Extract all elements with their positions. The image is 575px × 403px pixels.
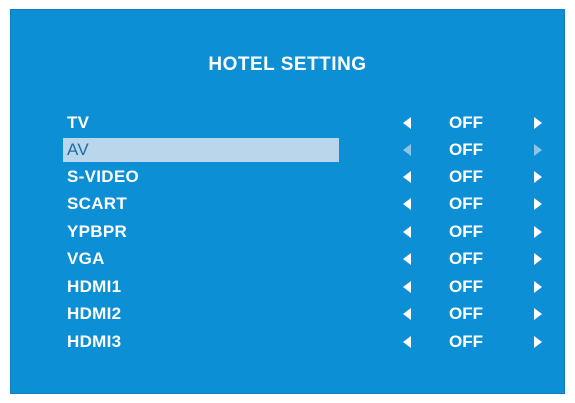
menu-item-s-video[interactable]: S-VIDEO OFF xyxy=(31,165,551,189)
right-arrow-icon[interactable] xyxy=(534,117,542,129)
menu-item-label: YPBPR xyxy=(67,222,128,241)
left-arrow-icon[interactable] xyxy=(403,171,411,183)
menu-item-label: TV xyxy=(67,113,90,132)
menu-item-label: AV xyxy=(67,140,90,159)
menu-item-label: VGA xyxy=(67,249,105,268)
menu-item-scart[interactable]: SCART OFF xyxy=(31,192,551,216)
menu-item-value: OFF xyxy=(449,222,483,241)
right-arrow-icon[interactable] xyxy=(534,281,542,293)
menu-item-value: OFF xyxy=(449,277,483,296)
menu-item-av[interactable]: AV OFF xyxy=(31,138,551,162)
left-arrow-icon[interactable] xyxy=(403,144,411,156)
left-arrow-icon[interactable] xyxy=(403,226,411,238)
left-arrow-icon[interactable] xyxy=(403,198,411,210)
menu-item-label: SCART xyxy=(67,194,128,213)
menu-title: HOTEL SETTING xyxy=(208,54,367,75)
menu-item-label: HDMI3 xyxy=(67,332,122,351)
menu-item-label: HDMI2 xyxy=(67,304,122,323)
menu-item-hdmi2[interactable]: HDMI2 OFF xyxy=(31,302,551,326)
menu-item-value: OFF xyxy=(449,332,483,351)
right-arrow-icon[interactable] xyxy=(534,336,542,348)
menu-item-value: OFF xyxy=(449,113,483,132)
hotel-setting-menu: HOTEL SETTING TV OFF AV OFF S-VIDEO OFF SCART O… xyxy=(10,9,565,394)
left-arrow-icon[interactable] xyxy=(403,308,411,320)
left-arrow-icon[interactable] xyxy=(403,281,411,293)
selection-highlight xyxy=(63,138,339,162)
right-arrow-icon[interactable] xyxy=(534,226,542,238)
menu-item-value: OFF xyxy=(449,140,483,159)
right-arrow-icon[interactable] xyxy=(534,198,542,210)
menu-item-value: OFF xyxy=(449,194,483,213)
menu-item-value: OFF xyxy=(449,304,483,323)
right-arrow-icon[interactable] xyxy=(534,308,542,320)
menu-item-value: OFF xyxy=(449,167,483,186)
menu-item-vga[interactable]: VGA OFF xyxy=(31,247,551,271)
right-arrow-icon[interactable] xyxy=(534,144,542,156)
menu-item-hdmi1[interactable]: HDMI1 OFF xyxy=(31,275,551,299)
menu-item-label: S-VIDEO xyxy=(67,167,140,186)
menu-item-label: HDMI1 xyxy=(67,277,122,296)
left-arrow-icon[interactable] xyxy=(403,117,411,129)
right-arrow-icon[interactable] xyxy=(534,171,542,183)
right-arrow-icon[interactable] xyxy=(534,253,542,265)
menu-item-value: OFF xyxy=(449,249,483,268)
left-arrow-icon[interactable] xyxy=(403,336,411,348)
left-arrow-icon[interactable] xyxy=(403,253,411,265)
menu-item-tv[interactable]: TV OFF xyxy=(31,111,551,135)
menu-item-hdmi3[interactable]: HDMI3 OFF xyxy=(31,330,551,354)
menu-item-ypbpr[interactable]: YPBPR OFF xyxy=(31,220,551,244)
